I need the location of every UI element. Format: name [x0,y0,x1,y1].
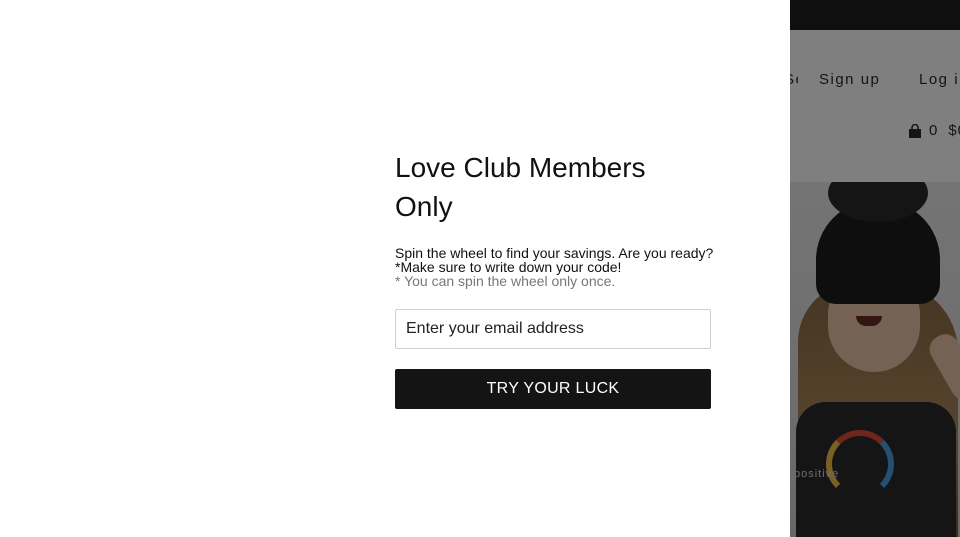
try-your-luck-button[interactable]: TRY YOUR LUCK [395,369,711,409]
popup-line-code: *Make sure to write down your code! [395,259,622,275]
popup-description: Spin the wheel to find your savings. Are… [395,246,725,288]
spin-wheel-popup: Love Club Members Only Spin the wheel to… [0,0,790,537]
email-field-wrapper [395,309,711,349]
email-input[interactable] [396,310,710,348]
popup-title: Love Club Members Only [395,152,646,222]
popup-line-spin: Spin the wheel to find your savings. Are… [395,245,714,261]
modal-backdrop[interactable] [790,0,960,537]
popup-note: * You can spin the wheel only once. [395,273,616,289]
